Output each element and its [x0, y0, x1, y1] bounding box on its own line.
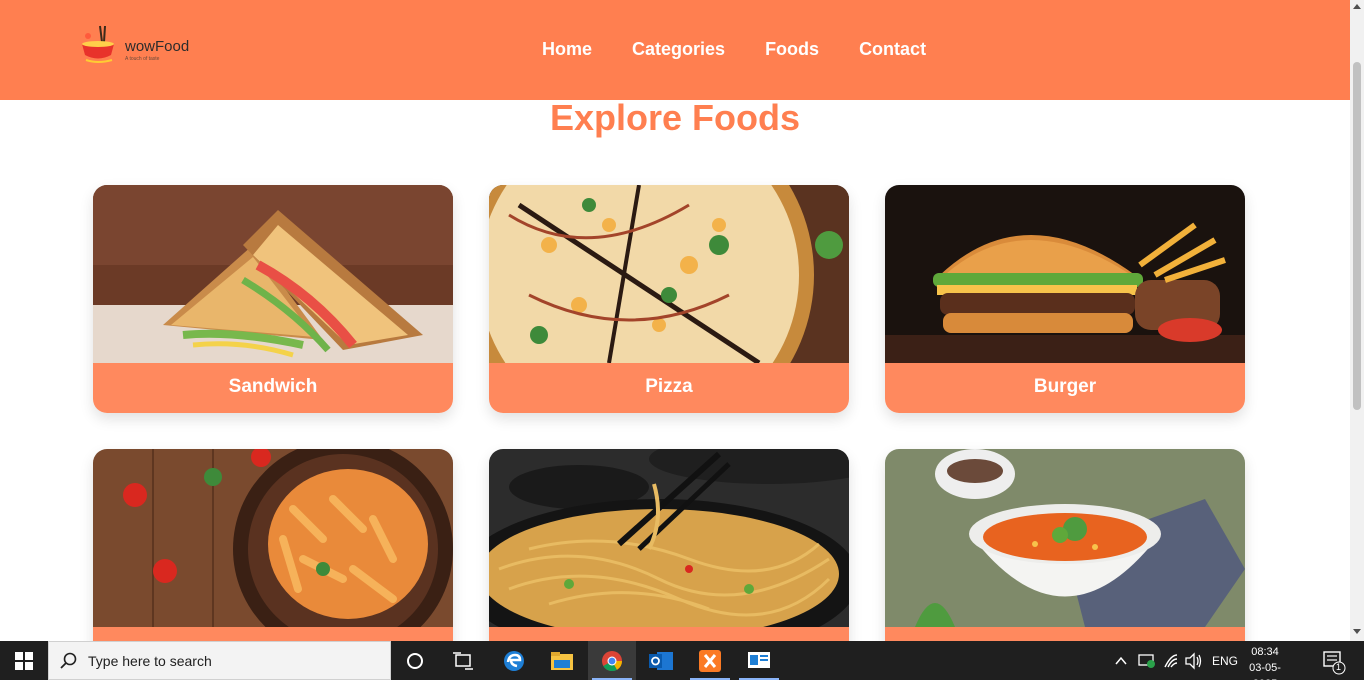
file-explorer-button[interactable]: [538, 641, 586, 680]
search-icon: [60, 652, 77, 669]
chrome-button[interactable]: [588, 641, 636, 680]
food-card-pizza[interactable]: Pizza: [489, 185, 849, 413]
network-icon[interactable]: [1163, 641, 1179, 680]
noodles-image: [489, 449, 849, 627]
xampp-button[interactable]: [686, 641, 734, 680]
app-window-icon: [748, 652, 770, 668]
page-scrollbar[interactable]: [1350, 0, 1364, 641]
burger-image: [885, 185, 1245, 363]
scroll-up-icon[interactable]: [1353, 4, 1361, 9]
main-nav: Home Categories Foods Contact: [522, 38, 946, 60]
app-window-button[interactable]: [735, 641, 783, 680]
xampp-icon: [699, 650, 721, 672]
brand-name: wowFood: [125, 38, 190, 55]
nav-categories[interactable]: Categories: [612, 38, 745, 60]
edge-icon: [504, 651, 524, 671]
cortana-button[interactable]: [391, 641, 439, 680]
battery-icon[interactable]: [1138, 641, 1156, 680]
scroll-thumb[interactable]: [1353, 62, 1361, 410]
cortana-icon: [407, 653, 423, 669]
clock-date: 03-05-2025: [1249, 662, 1281, 680]
windows-logo-icon: [15, 652, 33, 670]
food-card-burger[interactable]: Burger: [885, 185, 1245, 413]
nav-home[interactable]: Home: [522, 38, 612, 60]
edge-button[interactable]: [490, 641, 538, 680]
nav-foods[interactable]: Foods: [745, 38, 839, 60]
search-placeholder: Type here to search: [88, 653, 212, 669]
food-card-sandwich[interactable]: Sandwich: [93, 185, 453, 413]
food-card-label: Sandwich: [93, 363, 453, 413]
scroll-down-icon[interactable]: [1353, 629, 1361, 634]
taskbar-search[interactable]: Type here to search: [48, 641, 391, 680]
food-card-label: Burger: [885, 363, 1245, 413]
sandwich-image: [93, 185, 453, 363]
taskbar-clock[interactable]: 08:34 03-05-2025: [1242, 644, 1288, 680]
soup-image: [885, 449, 1245, 627]
pizza-image: [489, 185, 849, 363]
page-title: Explore Foods: [549, 97, 801, 138]
volume-icon[interactable]: [1185, 641, 1203, 680]
food-card-label: Pizza: [489, 363, 849, 413]
chevron-up-icon[interactable]: [1114, 641, 1128, 680]
windows-taskbar: Type here to search ENG 08:34 03-05- 1: [0, 641, 1364, 680]
task-view-button[interactable]: [439, 641, 487, 680]
task-view-icon: [453, 652, 473, 670]
start-button[interactable]: [0, 641, 48, 680]
bowl-logo-icon: [82, 25, 114, 63]
brand-logo[interactable]: wowFood A touch of taste: [78, 22, 198, 72]
brand-tagline: A touch of taste: [125, 56, 160, 62]
site-header: wowFood A touch of taste Home Categories…: [0, 0, 1350, 100]
clock-time: 08:34: [1251, 646, 1279, 658]
nav-contact[interactable]: Contact: [839, 38, 946, 60]
chrome-icon: [602, 651, 623, 672]
file-explorer-icon: [551, 652, 573, 670]
outlook-button[interactable]: [637, 641, 685, 680]
notification-count: 1: [1336, 662, 1342, 672]
language-indicator[interactable]: ENG: [1212, 654, 1238, 668]
notification-icon[interactable]: [1322, 641, 1346, 680]
outlook-icon: [649, 652, 673, 670]
pasta-image: [93, 449, 453, 627]
